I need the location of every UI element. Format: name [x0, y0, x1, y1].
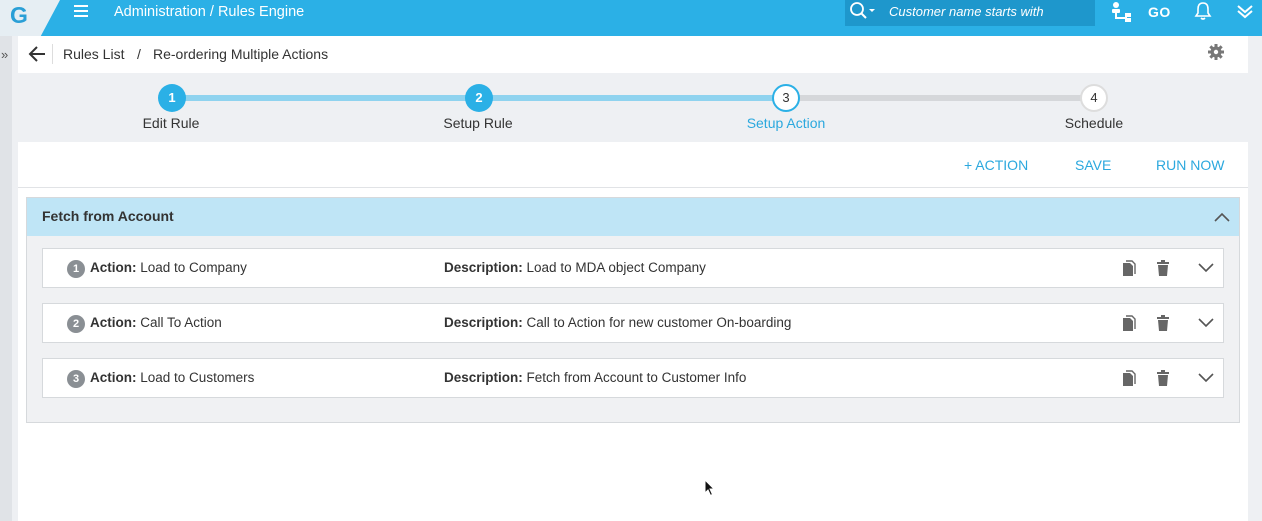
- save-button[interactable]: SAVE: [1075, 157, 1111, 173]
- copy-icon[interactable]: [1122, 260, 1136, 277]
- action-row[interactable]: 2 Action: Call To Action Description: Ca…: [42, 303, 1224, 343]
- app-title: Administration / Rules Engine: [114, 4, 305, 20]
- go-button[interactable]: GO: [1148, 4, 1171, 20]
- search-input[interactable]: Customer name starts with: [889, 4, 1044, 19]
- description-value: Fetch from Account to Customer Info: [526, 370, 747, 385]
- add-action-button[interactable]: + ACTION: [964, 157, 1028, 173]
- row-action: Action: Load to Customers: [90, 370, 254, 385]
- row-number-badge: 2: [67, 315, 85, 333]
- action-value: Load to Company: [140, 260, 247, 275]
- description-label: Description:: [444, 315, 523, 330]
- expand-sidebar-icon[interactable]: »: [1, 47, 8, 62]
- mouse-cursor-icon: [704, 479, 716, 497]
- row-number-badge: 3: [67, 370, 85, 388]
- description-label: Description:: [444, 260, 523, 275]
- trash-icon[interactable]: [1156, 260, 1170, 276]
- search-icon[interactable]: [849, 1, 879, 21]
- left-collapse-strip[interactable]: [0, 36, 12, 521]
- stepper-progress-todo: [786, 95, 1094, 101]
- description-label: Description:: [444, 370, 523, 385]
- row-action: Action: Load to Company: [90, 260, 247, 275]
- step-4-label[interactable]: Schedule: [1014, 115, 1174, 131]
- step-2-circle[interactable]: 2: [465, 84, 493, 112]
- step-3-circle[interactable]: 3: [772, 84, 800, 112]
- chevron-down-icon[interactable]: [1236, 3, 1254, 19]
- divider: [52, 44, 53, 64]
- step-3-label[interactable]: Setup Action: [706, 115, 866, 131]
- chevron-up-icon[interactable]: [1213, 211, 1231, 223]
- step-1-label[interactable]: Edit Rule: [91, 115, 251, 131]
- action-group-title: Fetch from Account: [42, 208, 174, 224]
- chevron-down-icon[interactable]: [1197, 372, 1215, 384]
- chevron-down-icon[interactable]: [1197, 262, 1215, 274]
- gear-icon[interactable]: [1207, 43, 1225, 61]
- action-row[interactable]: 1 Action: Load to Company Description: L…: [42, 248, 1224, 288]
- description-value: Call to Action for new customer On-board…: [526, 315, 792, 330]
- step-1-circle[interactable]: 1: [158, 84, 186, 112]
- bell-icon[interactable]: [1194, 1, 1212, 21]
- app-logo[interactable]: G: [10, 2, 28, 29]
- trash-icon[interactable]: [1156, 315, 1170, 331]
- row-description: Description: Fetch from Account to Custo…: [444, 370, 746, 385]
- breadcrumb-separator: /: [137, 46, 141, 62]
- action-label: Action:: [90, 315, 137, 330]
- row-description: Description: Load to MDA object Company: [444, 260, 706, 275]
- action-label: Action:: [90, 370, 137, 385]
- run-now-button[interactable]: RUN NOW: [1156, 157, 1224, 173]
- step-4-circle[interactable]: 4: [1080, 84, 1108, 112]
- action-row[interactable]: 3 Action: Load to Customers Description:…: [42, 358, 1224, 398]
- org-chart-icon[interactable]: [1110, 0, 1132, 22]
- breadcrumb-current: Re-ordering Multiple Actions: [153, 46, 329, 62]
- action-toolbar: [18, 142, 1248, 188]
- row-number-badge: 1: [67, 260, 85, 278]
- chevron-down-icon[interactable]: [1197, 317, 1215, 329]
- description-value: Load to MDA object Company: [526, 260, 706, 275]
- action-value: Call To Action: [140, 315, 222, 330]
- action-group-header[interactable]: [27, 198, 1239, 236]
- arrow-left-icon[interactable]: [28, 43, 48, 65]
- row-description: Description: Call to Action for new cust…: [444, 315, 791, 330]
- copy-icon[interactable]: [1122, 315, 1136, 332]
- action-value: Load to Customers: [140, 370, 255, 385]
- hamburger-icon[interactable]: [74, 2, 90, 22]
- row-action: Action: Call To Action: [90, 315, 222, 330]
- action-label: Action:: [90, 260, 137, 275]
- breadcrumb-rules-list[interactable]: Rules List: [63, 46, 124, 62]
- step-2-label[interactable]: Setup Rule: [398, 115, 558, 131]
- copy-icon[interactable]: [1122, 370, 1136, 387]
- trash-icon[interactable]: [1156, 370, 1170, 386]
